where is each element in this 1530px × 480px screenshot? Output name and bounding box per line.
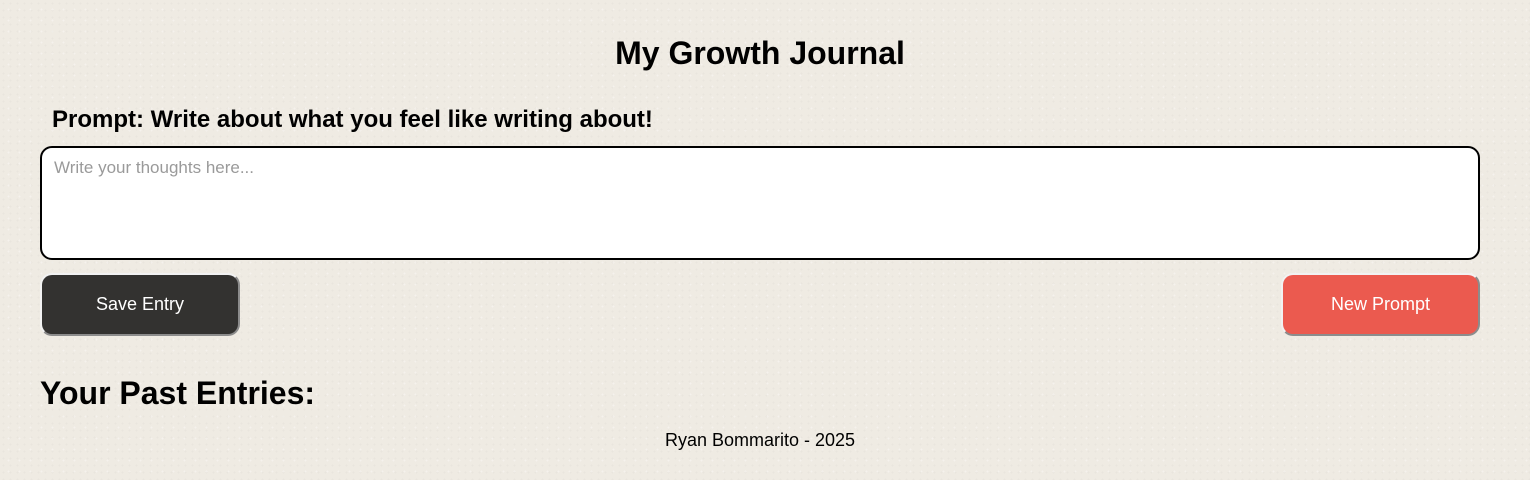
prompt-text: Prompt: Write about what you feel like w… <box>52 106 653 133</box>
past-entries-heading: Your Past Entries: <box>40 375 316 411</box>
page-title: My Growth Journal <box>615 35 905 71</box>
save-entry-button[interactable]: Save Entry <box>40 273 240 336</box>
new-prompt-button[interactable]: New Prompt <box>1281 273 1480 336</box>
journal-entry-input[interactable] <box>40 146 1480 260</box>
footer-credit: Ryan Bommarito - 2025 <box>664 430 856 450</box>
